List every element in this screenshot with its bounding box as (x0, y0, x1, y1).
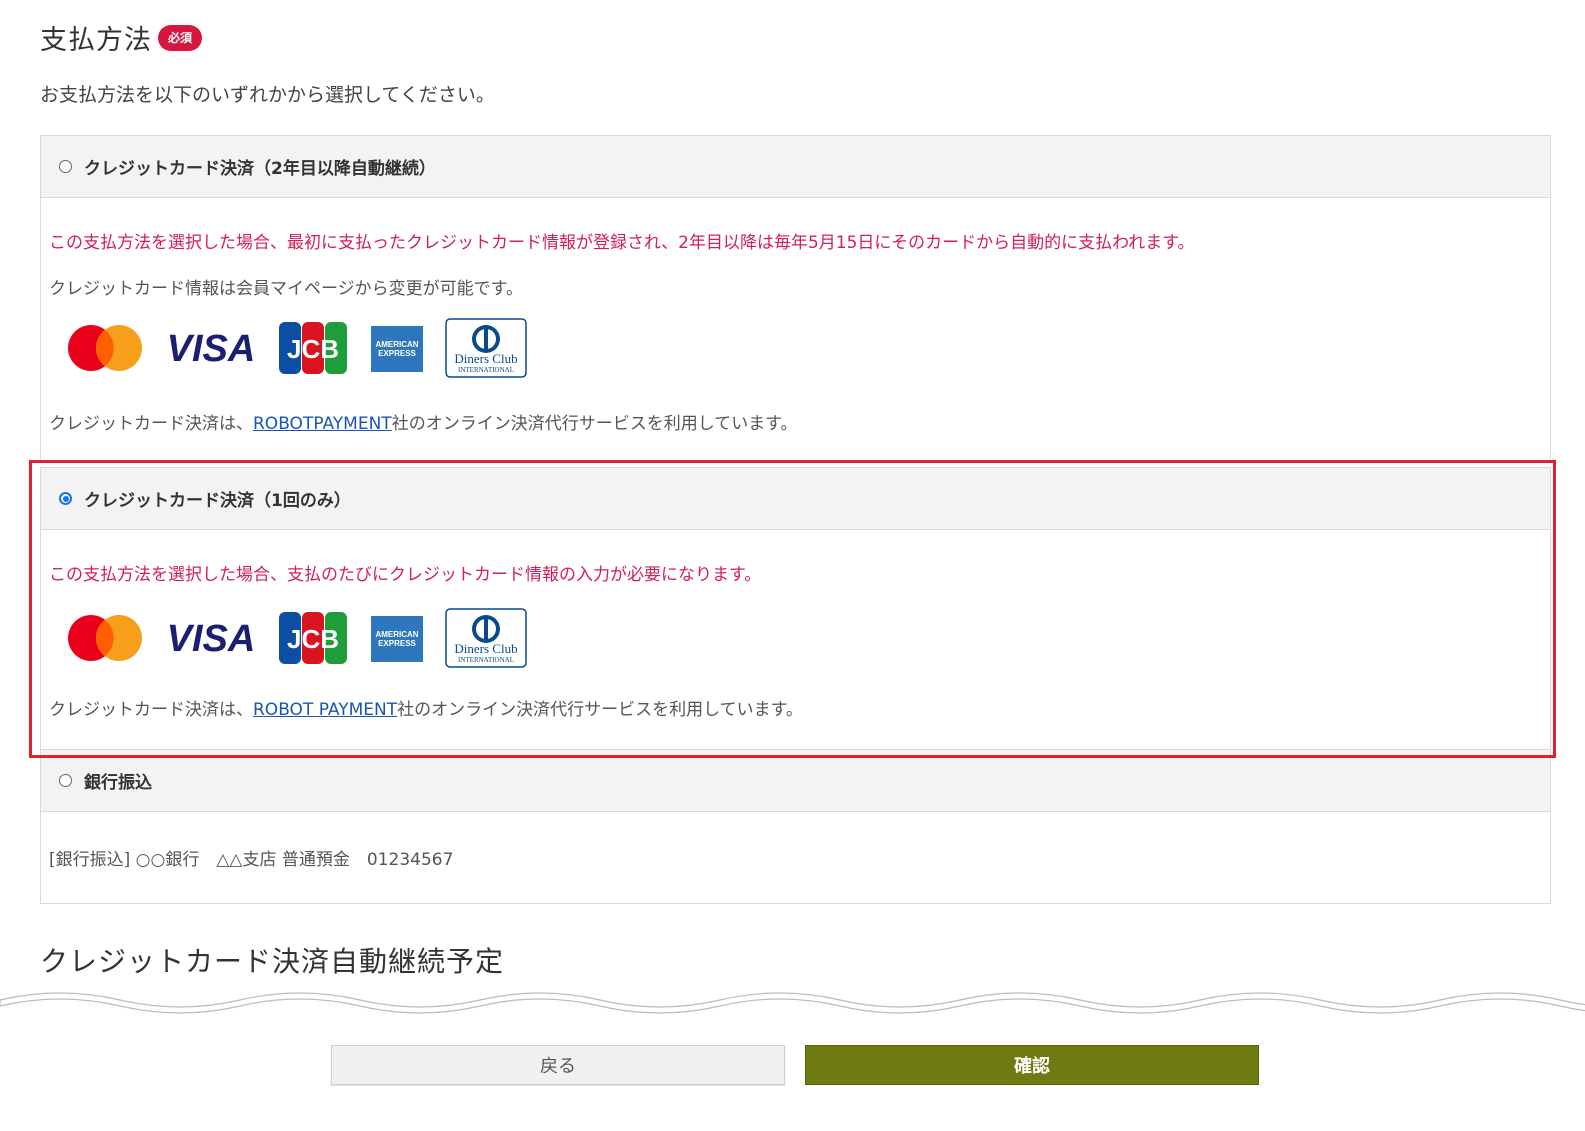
auto-renew-schedule-title: クレジットカード決済自動継続予定 (40, 945, 505, 978)
svg-text:EXPRESS: EXPRESS (378, 349, 416, 358)
robotpayment-link[interactable]: ROBOT PAYMENT (253, 700, 397, 720)
provider-prefix: クレジットカード決済は、 (49, 414, 253, 434)
mastercard-icon (65, 608, 145, 672)
payment-option-header[interactable]: クレジットカード決済（1回のみ） (41, 468, 1550, 530)
page-subtitle: お支払方法を以下のいずれかから選択してください。 (40, 84, 495, 106)
back-button[interactable]: 戻る (331, 1045, 785, 1085)
diners-club-icon: Diners Club INTERNATIONAL (445, 608, 527, 672)
radio-bank-transfer[interactable] (59, 774, 72, 787)
svg-text:JCB: JCB (287, 334, 339, 364)
payment-option-header[interactable]: クレジットカード決済（2年目以降自動継続） (41, 136, 1550, 198)
mastercard-icon (65, 318, 145, 382)
jcb-icon: JCB (277, 608, 349, 672)
svg-text:INTERNATIONAL: INTERNATIONAL (458, 366, 514, 374)
bank-transfer-detail: [銀行振込] ○○銀行 △△支店 普通預金 01234567 (49, 850, 454, 870)
payment-option-label: クレジットカード決済（2年目以降自動継続） (84, 159, 436, 179)
provider-suffix: 社のオンライン決済代行サービスを利用しています。 (391, 414, 798, 434)
card-brand-logos: VISA JCB AMERICAN EXPRESS Diners Club INTE… (65, 608, 547, 672)
radio-credit-once[interactable] (59, 492, 72, 505)
visa-icon: VISA (165, 318, 257, 382)
svg-text:EXPRESS: EXPRESS (378, 639, 416, 648)
radio-credit-auto[interactable] (59, 160, 72, 173)
svg-text:AMERICAN: AMERICAN (375, 630, 418, 639)
provider-note: クレジットカード決済は、ROBOTPAYMENT社のオンライン決済代行サービスを… (49, 409, 798, 434)
svg-text:AMERICAN: AMERICAN (375, 340, 418, 349)
card-change-note: クレジットカード情報は会員マイページから変更が可能です。 (49, 279, 523, 299)
payment-option-header[interactable]: 銀行振込 (41, 750, 1550, 812)
page-title: 支払方法 (40, 25, 152, 56)
payment-option-label: クレジットカード決済（1回のみ） (84, 491, 351, 511)
svg-text:Diners Club: Diners Club (454, 641, 517, 656)
svg-text:JCB: JCB (287, 624, 339, 654)
payment-option-credit-once: クレジットカード決済（1回のみ） この支払方法を選択した場合、支払のたびにクレジ… (40, 467, 1551, 750)
confirm-button[interactable]: 確認 (805, 1045, 1259, 1085)
svg-text:VISA: VISA (167, 618, 256, 660)
visa-icon: VISA (165, 608, 257, 672)
diners-club-icon: Diners Club INTERNATIONAL (445, 318, 527, 382)
card-brand-logos: VISA JCB AMERICAN EXPRESS Diners Club INTE… (65, 318, 547, 382)
payment-option-label: 銀行振込 (84, 773, 152, 793)
provider-note: クレジットカード決済は、ROBOT PAYMENT社のオンライン決済代行サービス… (49, 695, 803, 720)
svg-text:VISA: VISA (167, 328, 256, 370)
provider-prefix: クレジットカード決済は、 (49, 700, 253, 720)
payment-option-bank-transfer: 銀行振込 [銀行振込] ○○銀行 △△支店 普通預金 01234567 (40, 749, 1551, 904)
single-payment-notice: この支払方法を選択した場合、支払のたびにクレジットカード情報の入力が必要になりま… (49, 565, 762, 585)
payment-option-credit-auto: クレジットカード決済（2年目以降自動継続） この支払方法を選択した場合、最初に支… (40, 135, 1551, 461)
required-badge: 必須 (158, 24, 203, 51)
amex-icon: AMERICAN EXPRESS (369, 318, 425, 382)
page-title-row: 支払方法 必須 (40, 18, 203, 57)
svg-text:INTERNATIONAL: INTERNATIONAL (458, 656, 514, 664)
robotpayment-link[interactable]: ROBOTPAYMENT (253, 414, 392, 434)
amex-icon: AMERICAN EXPRESS (369, 608, 425, 672)
provider-suffix: 社のオンライン決済代行サービスを利用しています。 (397, 700, 803, 720)
auto-renew-notice: この支払方法を選択した場合、最初に支払ったクレジットカード情報が登録され、2年目… (49, 233, 1195, 253)
svg-text:Diners Club: Diners Club (454, 351, 517, 366)
page-break-wave (0, 992, 1585, 1014)
jcb-icon: JCB (277, 318, 349, 382)
